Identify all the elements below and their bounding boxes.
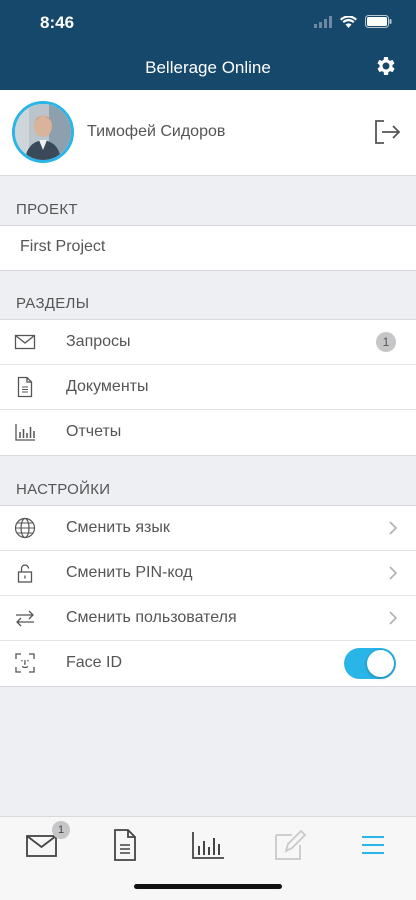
logout-icon[interactable] xyxy=(372,117,402,147)
profile-card: Тимофей Сидоров xyxy=(0,90,416,176)
menu-item-label: Сменить язык xyxy=(66,519,170,536)
chevron-right-icon xyxy=(389,566,398,580)
menu-item-label: Сменить PIN-код xyxy=(66,564,193,581)
section-header-settings: НАСТРОЙКИ xyxy=(0,461,416,505)
profile-name: Тимофей Сидоров xyxy=(87,123,226,140)
globe-icon xyxy=(14,517,36,539)
section-header-project: ПРОЕКТ xyxy=(0,181,416,225)
requests-badge: 1 xyxy=(376,332,396,352)
avatar[interactable] xyxy=(12,101,74,163)
section-header-sections: РАЗДЕЛЫ xyxy=(0,275,416,319)
face-id-icon xyxy=(15,653,35,673)
battery-icon xyxy=(365,15,392,28)
status-icons xyxy=(314,15,392,28)
project-group: First Project xyxy=(0,225,416,271)
menu-item-face-id: Face ID xyxy=(0,641,416,686)
bar-chart-icon xyxy=(15,424,35,441)
menu-item-change-user[interactable]: Сменить пользователя xyxy=(0,596,416,641)
project-row[interactable]: First Project xyxy=(0,226,416,270)
menu-item-reports[interactable]: Отчеты xyxy=(0,410,416,455)
tab-reports-chart-icon[interactable] xyxy=(190,827,226,863)
avatar-photo xyxy=(15,104,71,160)
project-name: First Project xyxy=(20,238,106,255)
page-title: Bellerage Online xyxy=(145,58,271,77)
section-header-label: РАЗДЕЛЫ xyxy=(16,295,90,312)
document-icon xyxy=(17,376,33,398)
chevron-right-icon xyxy=(389,611,398,625)
gear-icon[interactable] xyxy=(373,54,397,78)
envelope-icon xyxy=(14,334,36,350)
toggle-knob xyxy=(367,650,394,677)
menu-item-requests[interactable]: Запросы 1 xyxy=(0,320,416,365)
menu-item-label: Отчеты xyxy=(66,423,122,440)
face-id-toggle[interactable] xyxy=(344,648,396,679)
tab-menu-hamburger-icon[interactable] xyxy=(355,827,391,863)
menu-item-label: Запросы xyxy=(66,333,131,350)
settings-group: Сменить язык Сменить PIN-код Сменить пол… xyxy=(0,505,416,687)
menu-item-label: Face ID xyxy=(66,654,123,671)
menu-item-label: Документы xyxy=(66,378,149,395)
unlock-icon xyxy=(17,564,33,583)
top-bar: 8:46 Bellerage Online xyxy=(0,0,416,90)
menu-item-change-language[interactable]: Сменить язык xyxy=(0,506,416,551)
home-indicator xyxy=(134,884,282,889)
swap-arrows-icon xyxy=(16,610,34,627)
tab-messages-badge: 1 xyxy=(52,821,70,839)
wifi-icon xyxy=(340,15,357,28)
sections-group: Запросы 1 Документы Отчеты xyxy=(0,319,416,456)
tab-edit-icon[interactable] xyxy=(272,827,308,863)
section-header-label: ПРОЕКТ xyxy=(16,201,78,218)
status-time: 8:46 xyxy=(40,13,75,32)
menu-item-label: Сменить пользователя xyxy=(66,609,237,626)
menu-item-documents[interactable]: Документы xyxy=(0,365,416,410)
signal-icon xyxy=(314,15,332,28)
tab-documents-icon[interactable] xyxy=(107,827,143,863)
chevron-right-icon xyxy=(389,521,398,535)
menu-item-change-pin[interactable]: Сменить PIN-код xyxy=(0,551,416,596)
section-header-label: НАСТРОЙКИ xyxy=(16,481,111,498)
